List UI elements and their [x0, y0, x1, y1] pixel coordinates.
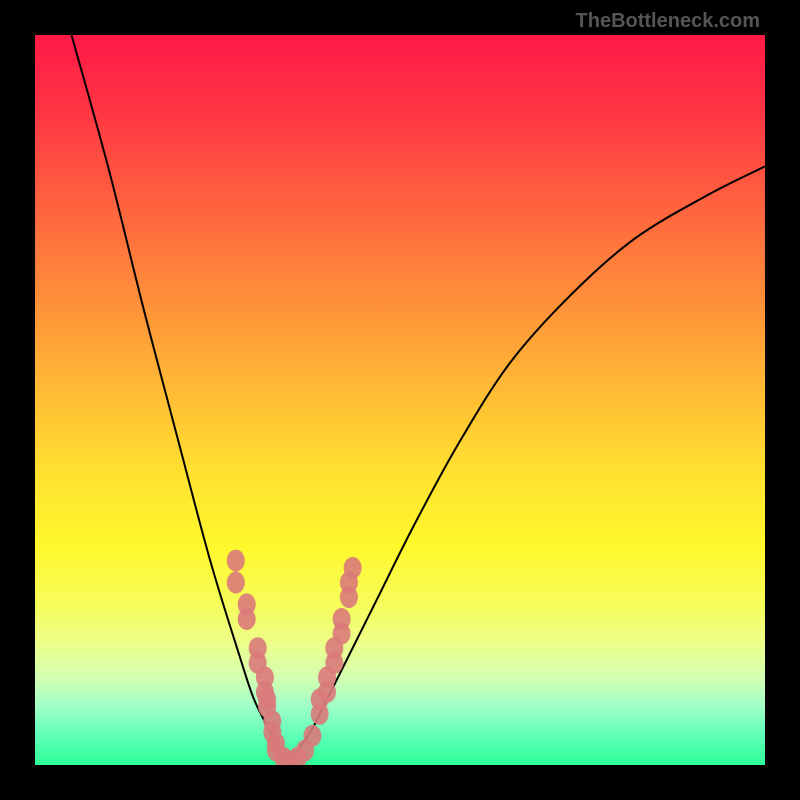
- plot-area: [35, 35, 765, 765]
- scatter-dot: [303, 725, 321, 747]
- scatter-dot: [227, 572, 245, 594]
- scatter-dot: [344, 557, 362, 579]
- scatter-dot: [238, 608, 256, 630]
- curve-right-branch: [287, 166, 765, 765]
- chart-svg: [35, 35, 765, 765]
- scatter-dots-group: [227, 550, 362, 765]
- scatter-dot: [333, 608, 351, 630]
- chart-container: TheBottleneck.com: [0, 0, 800, 800]
- scatter-dot: [227, 550, 245, 572]
- watermark-text: TheBottleneck.com: [576, 10, 760, 33]
